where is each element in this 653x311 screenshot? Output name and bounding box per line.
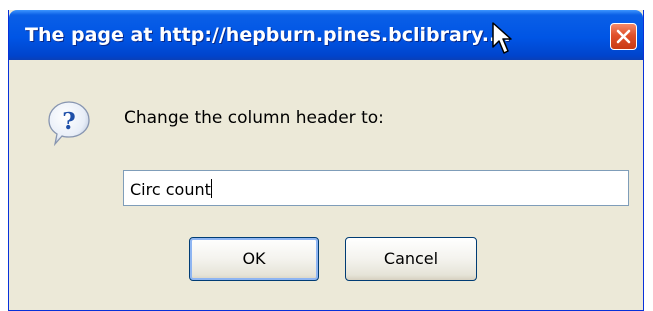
close-button[interactable] [610, 23, 637, 50]
svg-text:?: ? [62, 108, 75, 135]
ok-button[interactable]: OK [189, 237, 319, 281]
dialog-body: ? Change the column header to: Circ coun… [9, 60, 643, 311]
window-title: The page at http://hepburn.pines.bclibra… [25, 24, 511, 46]
close-icon [616, 29, 631, 44]
mouse-cursor-icon [492, 22, 514, 60]
text-caret [210, 179, 212, 198]
input-value: Circ count [130, 180, 211, 199]
question-icon: ? [47, 100, 91, 152]
prompt-dialog: The page at http://hepburn.pines.bclibra… [8, 10, 644, 311]
cancel-button[interactable]: Cancel [345, 237, 477, 281]
header-name-input[interactable]: Circ count [123, 170, 629, 206]
prompt-message: Change the column header to: [124, 108, 384, 128]
title-bar[interactable]: The page at http://hepburn.pines.bclibra… [9, 10, 643, 60]
